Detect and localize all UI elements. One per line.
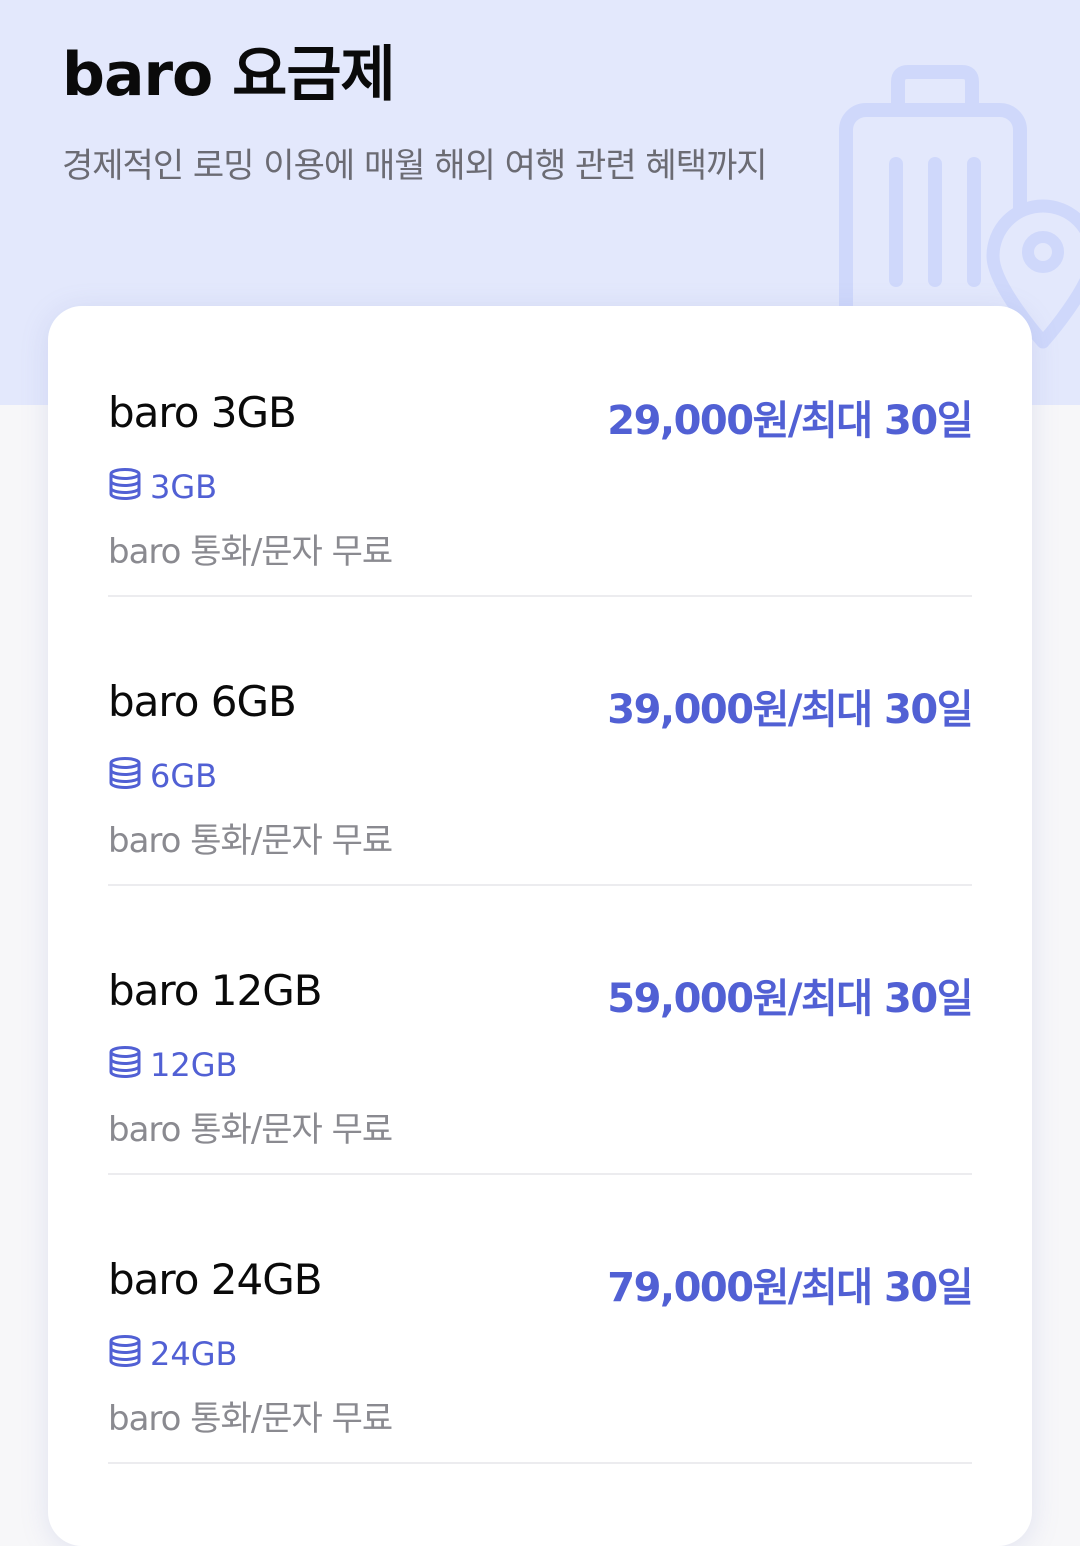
- page-title: baro 요금제: [62, 40, 396, 110]
- plan-price: 39,000원/최대 30일: [607, 687, 973, 733]
- plan-data-allowance: 6GB: [108, 757, 217, 795]
- plan-data-allowance: 24GB: [108, 1335, 237, 1373]
- plan-data-allowance: 3GB: [108, 468, 217, 506]
- plan-price: 79,000원/최대 30일: [607, 1265, 973, 1311]
- plan-data-value: 12GB: [150, 1046, 238, 1084]
- plan-data-value: 6GB: [150, 757, 218, 795]
- plan-price: 59,000원/최대 30일: [607, 976, 973, 1022]
- database-icon: [109, 468, 141, 500]
- plan-item-12gb[interactable]: baro 12GB 59,000원/최대 30일 12GB baro 통화/문자…: [108, 884, 973, 1175]
- plan-data-value: 24GB: [150, 1335, 238, 1373]
- page-subtitle: 경제적인 로밍 이용에 매월 해외 여행 관련 혜택까지: [62, 146, 768, 186]
- plan-item-24gb[interactable]: baro 24GB 79,000원/최대 30일 24GB baro 통화/문자…: [108, 1173, 973, 1464]
- plan-benefit: baro 통화/문자 무료: [108, 821, 393, 861]
- plan-name: baro 12GB: [108, 966, 323, 1015]
- plan-data-value: 3GB: [150, 468, 218, 506]
- database-icon: [109, 1046, 141, 1078]
- database-icon: [109, 757, 141, 789]
- plan-item-6gb[interactable]: baro 6GB 39,000원/최대 30일 6GB baro 통화/문자 무…: [108, 595, 973, 886]
- plan-item-3gb[interactable]: baro 3GB 29,000원/최대 30일 3GB baro 통화/문자 무…: [108, 306, 973, 597]
- plan-benefit: baro 통화/문자 무료: [108, 1399, 393, 1439]
- database-icon: [109, 1335, 141, 1367]
- plan-price: 29,000원/최대 30일: [607, 398, 973, 444]
- plan-name: baro 3GB: [108, 388, 297, 437]
- plan-list-card: baro 3GB 29,000원/최대 30일 3GB baro 통화/문자 무…: [48, 306, 1032, 1546]
- plan-name: baro 6GB: [108, 677, 297, 726]
- plan-benefit: baro 통화/문자 무료: [108, 532, 393, 572]
- plan-data-allowance: 12GB: [108, 1046, 237, 1084]
- plan-name: baro 24GB: [108, 1255, 323, 1304]
- plan-benefit: baro 통화/문자 무료: [108, 1110, 393, 1150]
